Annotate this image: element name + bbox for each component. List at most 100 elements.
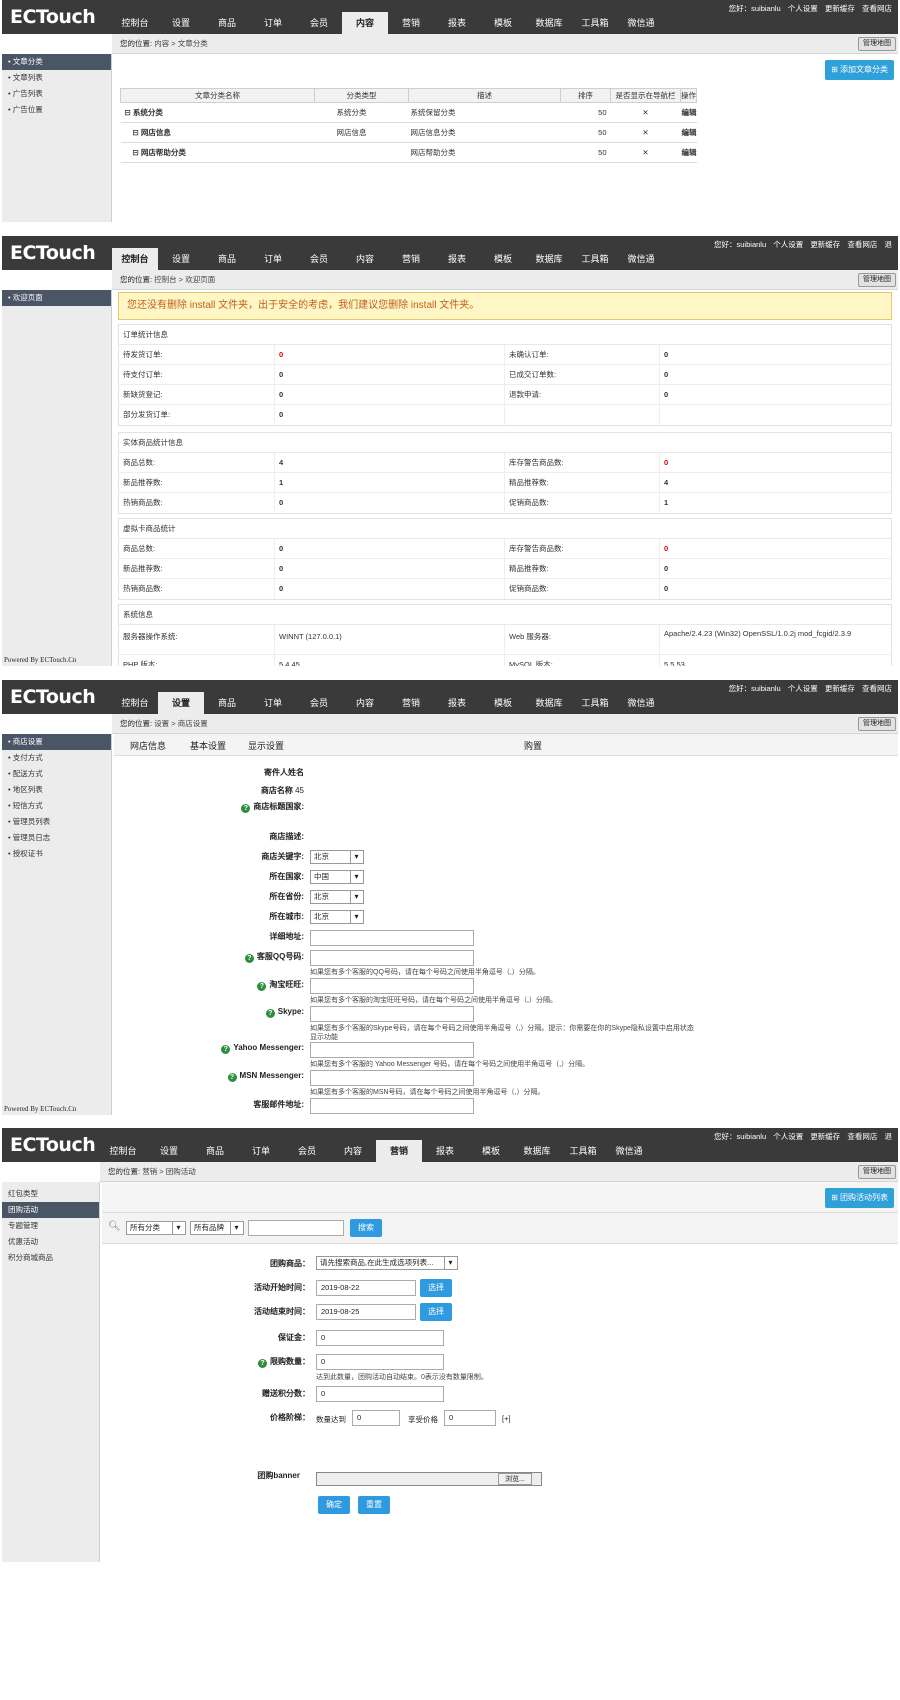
nav-tab[interactable]: 控制台 bbox=[112, 12, 158, 34]
nav-tab[interactable]: 报表 bbox=[434, 12, 480, 34]
keywords-select[interactable]: 北京 bbox=[310, 850, 364, 864]
manage-map-button[interactable]: 管理地图 bbox=[858, 717, 896, 731]
qq-input[interactable] bbox=[310, 950, 474, 966]
category-select[interactable]: 所有分类 bbox=[126, 1221, 186, 1235]
link-view-shop[interactable]: 查看网店 bbox=[862, 4, 892, 13]
logo: ECTouch bbox=[10, 686, 96, 708]
end-date-input[interactable]: 2019-08-25 bbox=[316, 1304, 416, 1320]
sidebar-item-license[interactable]: • 授权证书 bbox=[2, 846, 111, 862]
not-shown-icon[interactable]: ✕ bbox=[610, 122, 681, 143]
points-input[interactable]: 0 bbox=[316, 1386, 444, 1402]
search-button[interactable]: 搜索 bbox=[350, 1219, 382, 1237]
sidebar-item-admin-log[interactable]: • 管理员日志 bbox=[2, 830, 111, 846]
sidebar-item-sms[interactable]: • 短信方式 bbox=[2, 798, 111, 814]
browse-button[interactable]: 浏览... bbox=[498, 1473, 532, 1485]
address-input[interactable] bbox=[310, 930, 474, 946]
stat-row: 待支付订单: 0 已成交订单数: 0 bbox=[119, 365, 891, 385]
province-select[interactable]: 北京 bbox=[310, 890, 364, 904]
sidebar-item-regions[interactable]: • 地区列表 bbox=[2, 782, 111, 798]
sidebar-item-points-mall[interactable]: 积分商城商品 bbox=[2, 1250, 99, 1266]
stat-row: PHP 版本: 5.4.45 MySQL 版本: 5.5.53 bbox=[119, 655, 891, 666]
group-buy-list-button[interactable]: ⊞ 团购活动列表 bbox=[825, 1188, 894, 1208]
sidebar-item-topic[interactable]: 专题管理 bbox=[2, 1218, 99, 1234]
manage-map-button[interactable]: 管理地图 bbox=[858, 37, 896, 51]
sidebar-item-article-category[interactable]: • 文章分类 bbox=[2, 54, 111, 70]
link-cache[interactable]: 更新缓存 bbox=[825, 4, 855, 13]
nav-tab[interactable]: 模板 bbox=[480, 12, 526, 34]
main-nav: 控制台 设置 商品 订单 会员 内容 营销 报表 模板 数据库 工具箱 微信通 bbox=[112, 12, 664, 34]
nav-tab[interactable]: 营销 bbox=[388, 12, 434, 34]
skype-input[interactable] bbox=[310, 1006, 474, 1022]
tier-price-input[interactable]: 0 bbox=[444, 1410, 496, 1426]
not-shown-icon[interactable]: ✕ bbox=[610, 142, 681, 163]
logo: ECTouch bbox=[10, 6, 96, 28]
start-date-input[interactable]: 2019-08-22 bbox=[316, 1280, 416, 1296]
tab-purchase[interactable]: 购置 bbox=[524, 739, 542, 752]
tab-shop-info[interactable]: 网店信息 bbox=[130, 739, 166, 752]
panel-group-buy: ECTouch 您好：suibianlu 个人设置 更新缓存 查看网店 退 控制… bbox=[2, 1128, 898, 1562]
nav-tab[interactable]: 会员 bbox=[296, 12, 342, 34]
sidebar-item-admins[interactable]: • 管理员列表 bbox=[2, 814, 111, 830]
nav-tab[interactable]: 设置 bbox=[158, 12, 204, 34]
deposit-input[interactable]: 0 bbox=[316, 1330, 444, 1346]
panel-article-category: ECTouch 您好：suibianlu 个人设置 更新缓存 查看网店 控制台 … bbox=[2, 0, 898, 222]
top-links: 您好：suibianlu 个人设置 更新缓存 查看网店 bbox=[728, 684, 892, 693]
logo: ECTouch bbox=[10, 242, 96, 264]
tier-quantity-input[interactable]: 0 bbox=[352, 1410, 400, 1426]
sidebar-item-shop-settings[interactable]: • 商店设置 bbox=[2, 734, 111, 750]
limit-input[interactable]: 0 bbox=[316, 1354, 444, 1370]
tab-basic[interactable]: 基本设置 bbox=[190, 739, 226, 752]
sidebar-item-shipping[interactable]: • 配送方式 bbox=[2, 766, 111, 782]
order-stats: 订单统计信息 待发货订单: 0 未确认订单: 0 待支付订单: 0 已成交订单数: 0 新缺… bbox=[118, 324, 892, 426]
help-icon: ? bbox=[265, 1009, 275, 1018]
yahoo-input[interactable] bbox=[310, 1042, 474, 1058]
tab-display[interactable]: 显示设置 bbox=[248, 739, 284, 752]
stat-row: 待发货订单: 0 未确认订单: 0 bbox=[119, 345, 891, 365]
add-tier-link[interactable]: [+] bbox=[502, 1414, 511, 1423]
email-input[interactable] bbox=[310, 1098, 474, 1114]
sidebar-item-promotion[interactable]: 优惠活动 bbox=[2, 1234, 99, 1250]
nav-tab-active[interactable]: 内容 bbox=[342, 12, 388, 34]
sidebar-item-bonus-type[interactable]: 红包类型 bbox=[2, 1186, 99, 1202]
not-shown-icon[interactable]: ✕ bbox=[610, 102, 681, 123]
top-bar: ECTouch 您好：suibianlu 个人设置 更新缓存 查看网店 退 控制… bbox=[2, 1128, 898, 1162]
goods-select[interactable]: 请先搜索商品,在此生成选项列表... bbox=[316, 1256, 458, 1270]
edit-link[interactable]: 编辑 bbox=[680, 122, 697, 143]
submit-button[interactable]: 确定 bbox=[318, 1496, 350, 1514]
country-select[interactable]: 中国 bbox=[310, 870, 364, 884]
powered-by: Powered By ECTouch.Cn bbox=[4, 656, 77, 664]
manage-map-button[interactable]: 管理地图 bbox=[858, 1165, 896, 1179]
end-date-pick-button[interactable]: 选择 bbox=[420, 1303, 452, 1321]
nav-tab[interactable]: 工具箱 bbox=[572, 12, 618, 34]
keyword-input[interactable] bbox=[248, 1220, 344, 1236]
manage-map-button[interactable]: 管理地图 bbox=[858, 273, 896, 287]
sidebar-item-payment[interactable]: • 支付方式 bbox=[2, 750, 111, 766]
sidebar-item-group-buy[interactable]: 团购活动 bbox=[2, 1202, 99, 1218]
link-profile[interactable]: 个人设置 bbox=[788, 4, 818, 13]
edit-link[interactable]: 编辑 bbox=[680, 102, 697, 123]
sidebar-item-article-list[interactable]: • 文章列表 bbox=[2, 70, 111, 86]
logo: ECTouch bbox=[10, 1134, 96, 1156]
start-date-pick-button[interactable]: 选择 bbox=[420, 1279, 452, 1297]
reset-button[interactable]: 重置 bbox=[358, 1496, 390, 1514]
edit-link[interactable]: 编辑 bbox=[680, 142, 697, 163]
wangwang-input[interactable] bbox=[310, 978, 474, 994]
help-icon: ? bbox=[258, 1359, 267, 1368]
stat-row: 新品推荐数: 1 精品推荐数: 4 bbox=[119, 473, 891, 493]
nav-tab[interactable]: 商品 bbox=[204, 12, 250, 34]
help-icon: ? bbox=[257, 982, 267, 991]
sidebar-item-ad-position[interactable]: • 广告位置 bbox=[2, 102, 111, 118]
nav-tab[interactable]: 数据库 bbox=[526, 12, 572, 34]
nav-tab[interactable]: 微信通 bbox=[618, 12, 664, 34]
main-content: 网店信息 基本设置 显示设置 购置 寄件人姓名 商店名称 45 ? 商店标题国家:… bbox=[114, 734, 898, 1115]
col-header: 操作 bbox=[680, 88, 697, 103]
sidebar-item-welcome[interactable]: • 欢迎页面 bbox=[2, 290, 111, 306]
sidebar-item-ad-list[interactable]: • 广告列表 bbox=[2, 86, 111, 102]
city-select[interactable]: 北京 bbox=[310, 910, 364, 924]
nav-tab[interactable]: 订单 bbox=[250, 12, 296, 34]
top-links: 您好：suibianlu 个人设置 更新缓存 查看网店 退 bbox=[714, 1132, 892, 1141]
add-article-category-button[interactable]: ⊞ 添加文章分类 bbox=[825, 60, 894, 80]
stat-row: 新缺货登记: 0 退款申请: 0 bbox=[119, 385, 891, 405]
brand-select[interactable]: 所有品牌 bbox=[190, 1221, 244, 1235]
msn-input[interactable] bbox=[310, 1070, 474, 1086]
